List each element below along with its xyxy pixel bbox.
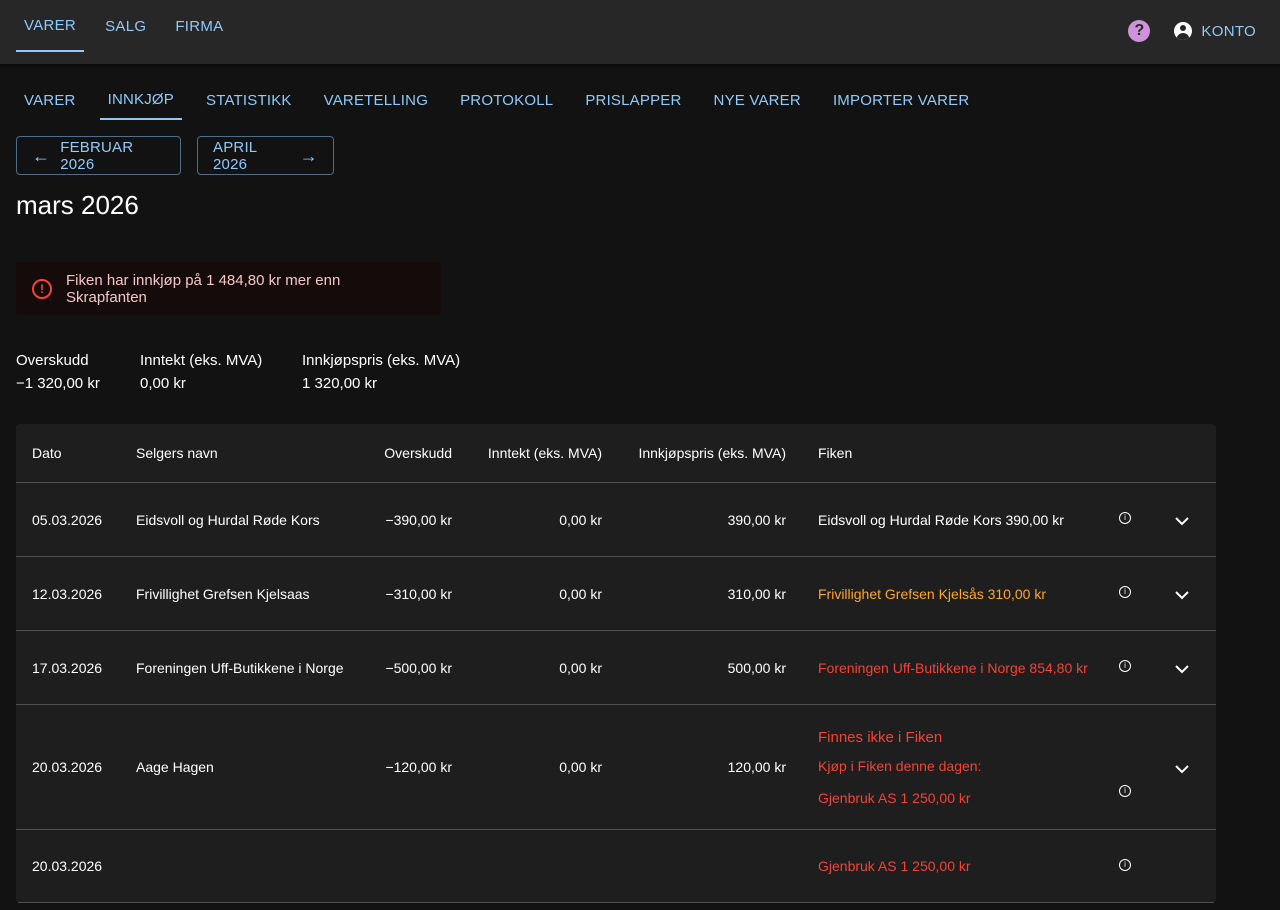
header-selger: Selgers navn [136,445,218,461]
summary-label: Inntekt (eks. MVA) [140,352,263,369]
cell-overskudd: −390,00 kr [385,511,452,528]
next-month-label: APRIL 2026 [213,138,257,173]
account-circle-icon [1174,22,1193,40]
cell-fiken: Frivillighet Grefsen Kjelsås 310,00 kr [818,585,1046,602]
account-button[interactable]: KONTO [1174,22,1256,40]
error-icon: ! [32,278,52,299]
table-row[interactable]: 20.03.2026 Aage Hagen −120,00 kr 0,00 kr… [16,705,1216,830]
cell-selger: Eidsvoll og Hurdal Røde Kors [136,511,320,528]
summary-label: Overskudd [16,352,89,369]
purchases-table: Dato Selgers navn Overskudd Inntekt (eks… [16,424,1216,903]
main-nav: VARER SALG FIRMA [16,0,244,64]
cell-selger: Aage Hagen [136,759,214,775]
table-row[interactable]: 20.03.2026 Gjenbruk AS 1 250,00 kr i [16,830,1216,903]
subtab-varer[interactable]: VARER [16,80,84,120]
subtab-protokoll[interactable]: PROTOKOLL [452,80,561,120]
header-overskudd: Overskudd [384,445,452,461]
subtab-importer-varer[interactable]: IMPORTER VARER [825,80,977,120]
page-title: mars 2026 [16,190,139,220]
summary-label: Innkjøpspris (eks. MVA) [302,352,461,369]
header-inntekt: Inntekt (eks. MVA) [487,445,602,461]
cell-dato: 05.03.2026 [32,511,103,528]
sub-nav: VARER INNKJØP STATISTIKK VARETELLING PRO… [16,80,993,120]
info-icon[interactable]: i [1119,586,1131,598]
cell-dato: 12.03.2026 [32,585,103,602]
app-bar: VARER SALG FIRMA ? KONTO [0,0,1280,64]
cell-innkjop: 500,00 kr [727,659,786,676]
cell-fiken: Finnes ikke i Fiken Kjøp i Fiken denne d… [818,705,981,829]
cell-fiken: Foreningen Uff-Butikkene i Norge 854,80 … [818,659,1088,676]
cell-innkjop: 390,00 kr [727,511,786,528]
info-icon[interactable]: i [1119,512,1131,524]
cell-overskudd: −500,00 kr [385,659,452,676]
table-row[interactable]: 12.03.2026 Frivillighet Grefsen Kjelsaas… [16,557,1216,631]
help-icon[interactable]: ? [1128,20,1151,42]
cell-selger: Foreningen Uff-Butikkene i Norge [136,659,344,676]
prev-month-button[interactable]: ← FEBRUAR 2026 [16,136,181,175]
cell-dato: 17.03.2026 [32,659,103,676]
cell-fiken: Gjenbruk AS 1 250,00 kr [818,858,971,874]
app-bar-actions: ? KONTO [1128,20,1256,42]
header-fiken: Fiken [818,445,853,461]
cell-inntekt: 0,00 kr [559,759,602,775]
error-alert: ! Fiken har innkjøp på 1 484,80 kr mer e… [16,262,441,315]
tab-varer[interactable]: VARER [16,0,85,52]
table-row[interactable]: 17.03.2026 Foreningen Uff-Butikkene i No… [16,631,1216,705]
cell-dato: 20.03.2026 [32,759,103,775]
next-month-button[interactable]: APRIL 2026 → [197,136,334,175]
subtab-statistikk[interactable]: STATISTIKK [198,80,300,120]
subtab-varetelling[interactable]: VARETELLING [316,80,436,120]
cell-fiken: Eidsvoll og Hurdal Røde Kors 390,00 kr [818,511,1064,528]
summary-value: −1 320,00 kr [16,375,100,392]
alert-text: Fiken har innkjøp på 1 484,80 kr mer enn… [66,271,341,306]
chevron-down-icon[interactable] [1175,513,1189,527]
header-dato: Dato [32,445,62,461]
header-innkjop: Innkjøpspris (eks. MVA) [638,445,786,461]
account-label: KONTO [1201,22,1256,40]
info-icon[interactable]: i [1119,660,1131,672]
table-row[interactable]: 05.03.2026 Eidsvoll og Hurdal Røde Kors … [16,483,1216,557]
chevron-down-icon[interactable] [1175,661,1189,675]
cell-innkjop: 310,00 kr [727,585,786,602]
subtab-nye-varer[interactable]: NYE VARER [706,80,809,120]
cell-inntekt: 0,00 kr [559,585,602,602]
fiken-purchase-text: Gjenbruk AS 1 250,00 kr [818,789,971,806]
prev-month-label: FEBRUAR 2026 [60,138,134,173]
cell-inntekt: 0,00 kr [559,511,602,528]
cell-innkjop: 120,00 kr [727,759,786,775]
chevron-down-icon[interactable] [1175,587,1189,601]
cell-overskudd: −120,00 kr [385,759,452,775]
cell-selger: Frivillighet Grefsen Kjelsaas [136,585,310,602]
info-icon[interactable]: i [1119,785,1131,797]
summary-value: 1 320,00 kr [302,375,378,392]
arrow-right-icon: → [299,145,318,166]
cell-inntekt: 0,00 kr [559,659,602,676]
table-header: Dato Selgers navn Overskudd Inntekt (eks… [16,424,1216,483]
tab-salg[interactable]: SALG [97,0,154,52]
fiken-missing-text: Finnes ikke i Fiken [818,728,943,746]
subtab-prislapper[interactable]: PRISLAPPER [577,80,689,120]
chevron-down-icon[interactable] [1175,761,1189,775]
tab-firma[interactable]: FIRMA [167,0,231,52]
summary-value: 0,00 kr [140,375,186,392]
cell-overskudd: −310,00 kr [385,585,452,602]
arrow-left-icon: ← [32,145,51,166]
fiken-same-day-text: Kjøp i Fiken denne dagen: [818,757,982,774]
summary-innkjop: Innkjøpspris (eks. MVA) 1 320,00 kr [302,349,460,395]
info-icon[interactable]: i [1119,859,1131,871]
cell-dato: 20.03.2026 [32,858,103,874]
subtab-innkjop[interactable]: INNKJØP [99,80,182,120]
summary-overskudd: Overskudd −1 320,00 kr [16,349,100,395]
summary-inntekt: Inntekt (eks. MVA) 0,00 kr [140,349,262,395]
